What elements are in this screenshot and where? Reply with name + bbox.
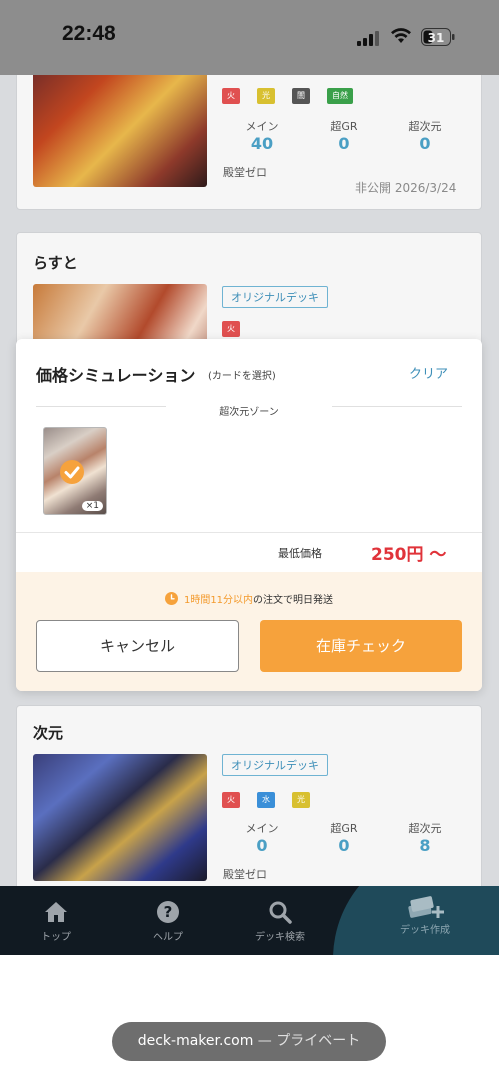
stat-value-hyperspatial: 0 bbox=[419, 134, 431, 153]
deck-type-badge: オリジナルデッキ bbox=[222, 754, 328, 776]
nav-label: トップ bbox=[41, 932, 71, 943]
shipping-deadline: 1時間11分以内 bbox=[183, 595, 254, 606]
zone-label: 超次元ゾーン bbox=[166, 403, 332, 418]
civilization-badge: 光 bbox=[292, 792, 310, 808]
hall-of-fame: 殿堂ゼロ bbox=[223, 166, 267, 179]
cancel-button[interactable]: キャンセル bbox=[36, 620, 239, 672]
deck-thumbnail[interactable] bbox=[33, 75, 207, 187]
shipping-suffix: の注文で明日発送 bbox=[253, 595, 334, 606]
modal-subtitle: (カードを選択) bbox=[208, 371, 276, 382]
browser-url-pill[interactable]: deck-maker.com — プライベート bbox=[112, 1022, 386, 1061]
stat-value-main: 0 bbox=[256, 836, 268, 855]
divider bbox=[16, 532, 482, 533]
civilization-badge: 火 bbox=[222, 792, 240, 808]
nav-label: ヘルプ bbox=[153, 932, 183, 943]
stat-label-hyperspatial: 超次元 bbox=[408, 822, 442, 835]
deck-type-badge: オリジナルデッキ bbox=[222, 286, 328, 308]
civilization-badge: 火 bbox=[222, 321, 240, 337]
stat-value-gr: 0 bbox=[338, 836, 350, 855]
civilization-badge: 水 bbox=[257, 792, 275, 808]
deck-create-icon bbox=[408, 896, 444, 918]
nav-help[interactable]: ? ヘルプ bbox=[123, 886, 213, 955]
deck-thumbnail[interactable] bbox=[33, 754, 207, 881]
stat-value-hyperspatial: 8 bbox=[419, 836, 431, 855]
deck-name: 次元 bbox=[33, 724, 64, 742]
browser-domain: deck-maker.com bbox=[137, 1033, 254, 1049]
modal-title: 価格シミュレーション bbox=[36, 366, 196, 385]
stat-label-main: メイン bbox=[245, 822, 279, 835]
home-icon bbox=[45, 902, 67, 922]
shipping-text: 1時間11分以内の注文で明日発送 bbox=[16, 591, 482, 606]
deck-card[interactable]: 火 光 闇 自然 メイン 超GR 超次元 40 0 0 殿堂ゼロ 非公開 202… bbox=[16, 75, 482, 210]
nav-deck-search[interactable]: デッキ検索 bbox=[235, 886, 325, 955]
nav-top[interactable]: トップ bbox=[11, 886, 101, 955]
help-icon: ? bbox=[157, 901, 179, 923]
battery-icon: 31 bbox=[421, 28, 455, 46]
stat-label-main: メイン bbox=[245, 120, 279, 133]
battery-level: 31 bbox=[428, 31, 445, 45]
price-simulation-modal: 価格シミュレーション (カードを選択) クリア 超次元ゾーン ×1 最低価格 2… bbox=[16, 339, 482, 691]
clear-button[interactable]: クリア bbox=[409, 363, 448, 382]
bottom-nav: トップ ? ヘルプ デッキ検索 デッキ作成 bbox=[0, 886, 499, 955]
stat-label-gr: 超GR bbox=[330, 822, 358, 835]
check-icon bbox=[60, 460, 84, 484]
stock-check-button[interactable]: 在庫チェック bbox=[260, 620, 462, 672]
wifi-icon bbox=[391, 28, 411, 43]
min-price-value: 250円 〜 bbox=[371, 545, 447, 565]
shipping-notice: 1時間11分以内の注文で明日発送 キャンセル 在庫チェック bbox=[16, 572, 482, 691]
civilization-badge: 光 bbox=[257, 88, 275, 104]
stat-label-gr: 超GR bbox=[330, 120, 358, 133]
civilization-badge: 自然 bbox=[327, 88, 353, 104]
status-time: 22:48 bbox=[62, 22, 116, 45]
card-quantity: ×1 bbox=[81, 501, 103, 511]
clock-icon bbox=[164, 592, 178, 605]
stat-value-main: 40 bbox=[250, 134, 274, 153]
browser-mode: — プライベート bbox=[253, 1033, 361, 1049]
selected-card[interactable]: ×1 bbox=[43, 427, 107, 515]
nav-label: デッキ検索 bbox=[255, 932, 305, 943]
deck-name: らすと bbox=[33, 254, 78, 272]
search-icon bbox=[269, 901, 292, 924]
stat-value-gr: 0 bbox=[338, 134, 350, 153]
nav-label: デッキ作成 bbox=[400, 925, 450, 936]
civilization-badge: 火 bbox=[222, 88, 240, 104]
status-bar: 22:48 31 bbox=[0, 0, 499, 75]
min-price-label: 最低価格 bbox=[278, 547, 322, 560]
visibility-date: 非公開 2026/3/24 bbox=[355, 181, 457, 195]
signal-icon bbox=[357, 30, 381, 46]
civilization-badge: 闇 bbox=[292, 88, 310, 104]
hall-of-fame: 殿堂ゼロ bbox=[223, 868, 267, 881]
stat-label-hyperspatial: 超次元 bbox=[408, 120, 442, 133]
svg-text:?: ? bbox=[164, 903, 173, 921]
